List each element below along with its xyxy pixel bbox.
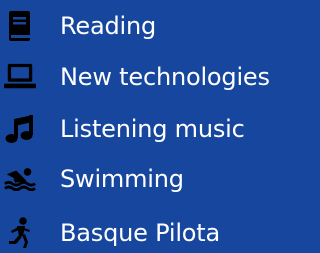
hobby-label: New technologies	[60, 63, 270, 91]
hobbies-list: Reading New technologies Listening music	[0, 0, 281, 248]
hobby-item-basque-pilota: Basque Pilota	[0, 213, 281, 253]
hobby-item-swimming: Swimming	[0, 159, 281, 199]
hobby-label: Swimming	[60, 165, 184, 193]
hobby-item-listening-music: Listening music	[0, 109, 281, 149]
laptop-icon	[4, 61, 36, 93]
hobby-item-reading: Reading	[0, 6, 281, 46]
running-icon	[4, 217, 36, 249]
book-icon	[4, 10, 36, 42]
hobby-label: Listening music	[60, 115, 245, 143]
music-note-icon	[4, 113, 36, 145]
hobby-label: Reading	[60, 12, 157, 40]
hobby-label: Basque Pilota	[60, 219, 220, 247]
swimmer-icon	[4, 163, 36, 195]
hobby-item-new-technologies: New technologies	[0, 57, 281, 97]
